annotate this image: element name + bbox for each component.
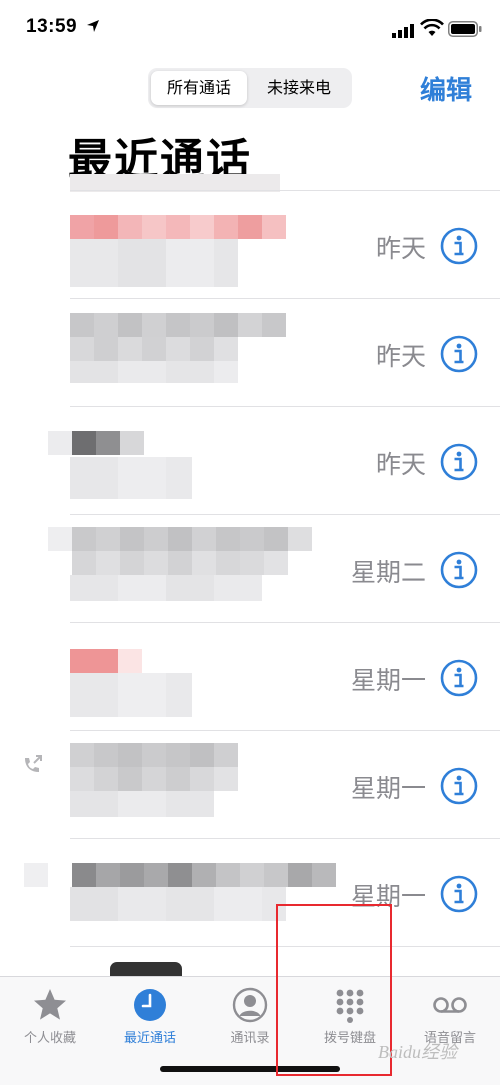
cellular-signal-icon bbox=[392, 24, 414, 38]
info-icon[interactable] bbox=[440, 443, 478, 481]
call-date: 星期二 bbox=[350, 558, 426, 587]
edit-button[interactable]: 编辑 bbox=[420, 70, 472, 107]
call-row[interactable]: 星期一 bbox=[0, 623, 500, 730]
tab-favorites[interactable]: 个人收藏 bbox=[0, 977, 100, 1057]
call-date: 昨天 bbox=[375, 342, 426, 371]
star-icon bbox=[34, 989, 66, 1020]
outgoing-call-icon bbox=[25, 755, 42, 772]
info-icon[interactable] bbox=[440, 227, 478, 265]
call-row[interactable]: 昨天 bbox=[0, 407, 500, 514]
call-row[interactable]: 星期一 bbox=[0, 839, 500, 946]
person-circle-icon bbox=[232, 987, 268, 1023]
call-row[interactable]: 星期二 bbox=[0, 515, 500, 622]
tab-label: 最近通话 bbox=[123, 1031, 176, 1046]
info-icon[interactable] bbox=[440, 875, 478, 913]
watermark: Baidu经验 bbox=[378, 1042, 457, 1062]
segment-all-calls[interactable]: 所有通话 bbox=[151, 71, 247, 105]
info-icon[interactable] bbox=[440, 659, 478, 697]
info-icon[interactable] bbox=[440, 767, 478, 805]
tab-label: 个人收藏 bbox=[23, 1031, 76, 1046]
tab-recents[interactable]: 最近通话 bbox=[100, 977, 200, 1057]
call-date: 星期一 bbox=[350, 774, 426, 803]
call-row[interactable]: 星期一 bbox=[0, 731, 500, 838]
call-row[interactable]: 昨天 bbox=[0, 299, 500, 406]
wifi-icon bbox=[420, 19, 444, 36]
call-date: 星期一 bbox=[350, 666, 426, 695]
annotation-highlight-box bbox=[276, 904, 392, 1076]
info-icon[interactable] bbox=[440, 335, 478, 373]
location-arrow-icon bbox=[87, 20, 99, 32]
call-date: 昨天 bbox=[375, 450, 426, 479]
clock-icon bbox=[134, 989, 166, 1021]
call-filter-segmented-control: 所有通话 未接来电 bbox=[148, 68, 352, 108]
info-icon[interactable] bbox=[440, 551, 478, 589]
segment-missed-calls[interactable]: 未接来电 bbox=[250, 71, 348, 105]
voicemail-icon bbox=[433, 997, 467, 1013]
call-date: 昨天 bbox=[375, 234, 426, 263]
battery-icon bbox=[448, 21, 482, 37]
status-time: 13:59 bbox=[26, 16, 78, 37]
status-bar: 13:59 bbox=[0, 0, 500, 60]
call-row[interactable]: 昨天 bbox=[0, 191, 500, 298]
